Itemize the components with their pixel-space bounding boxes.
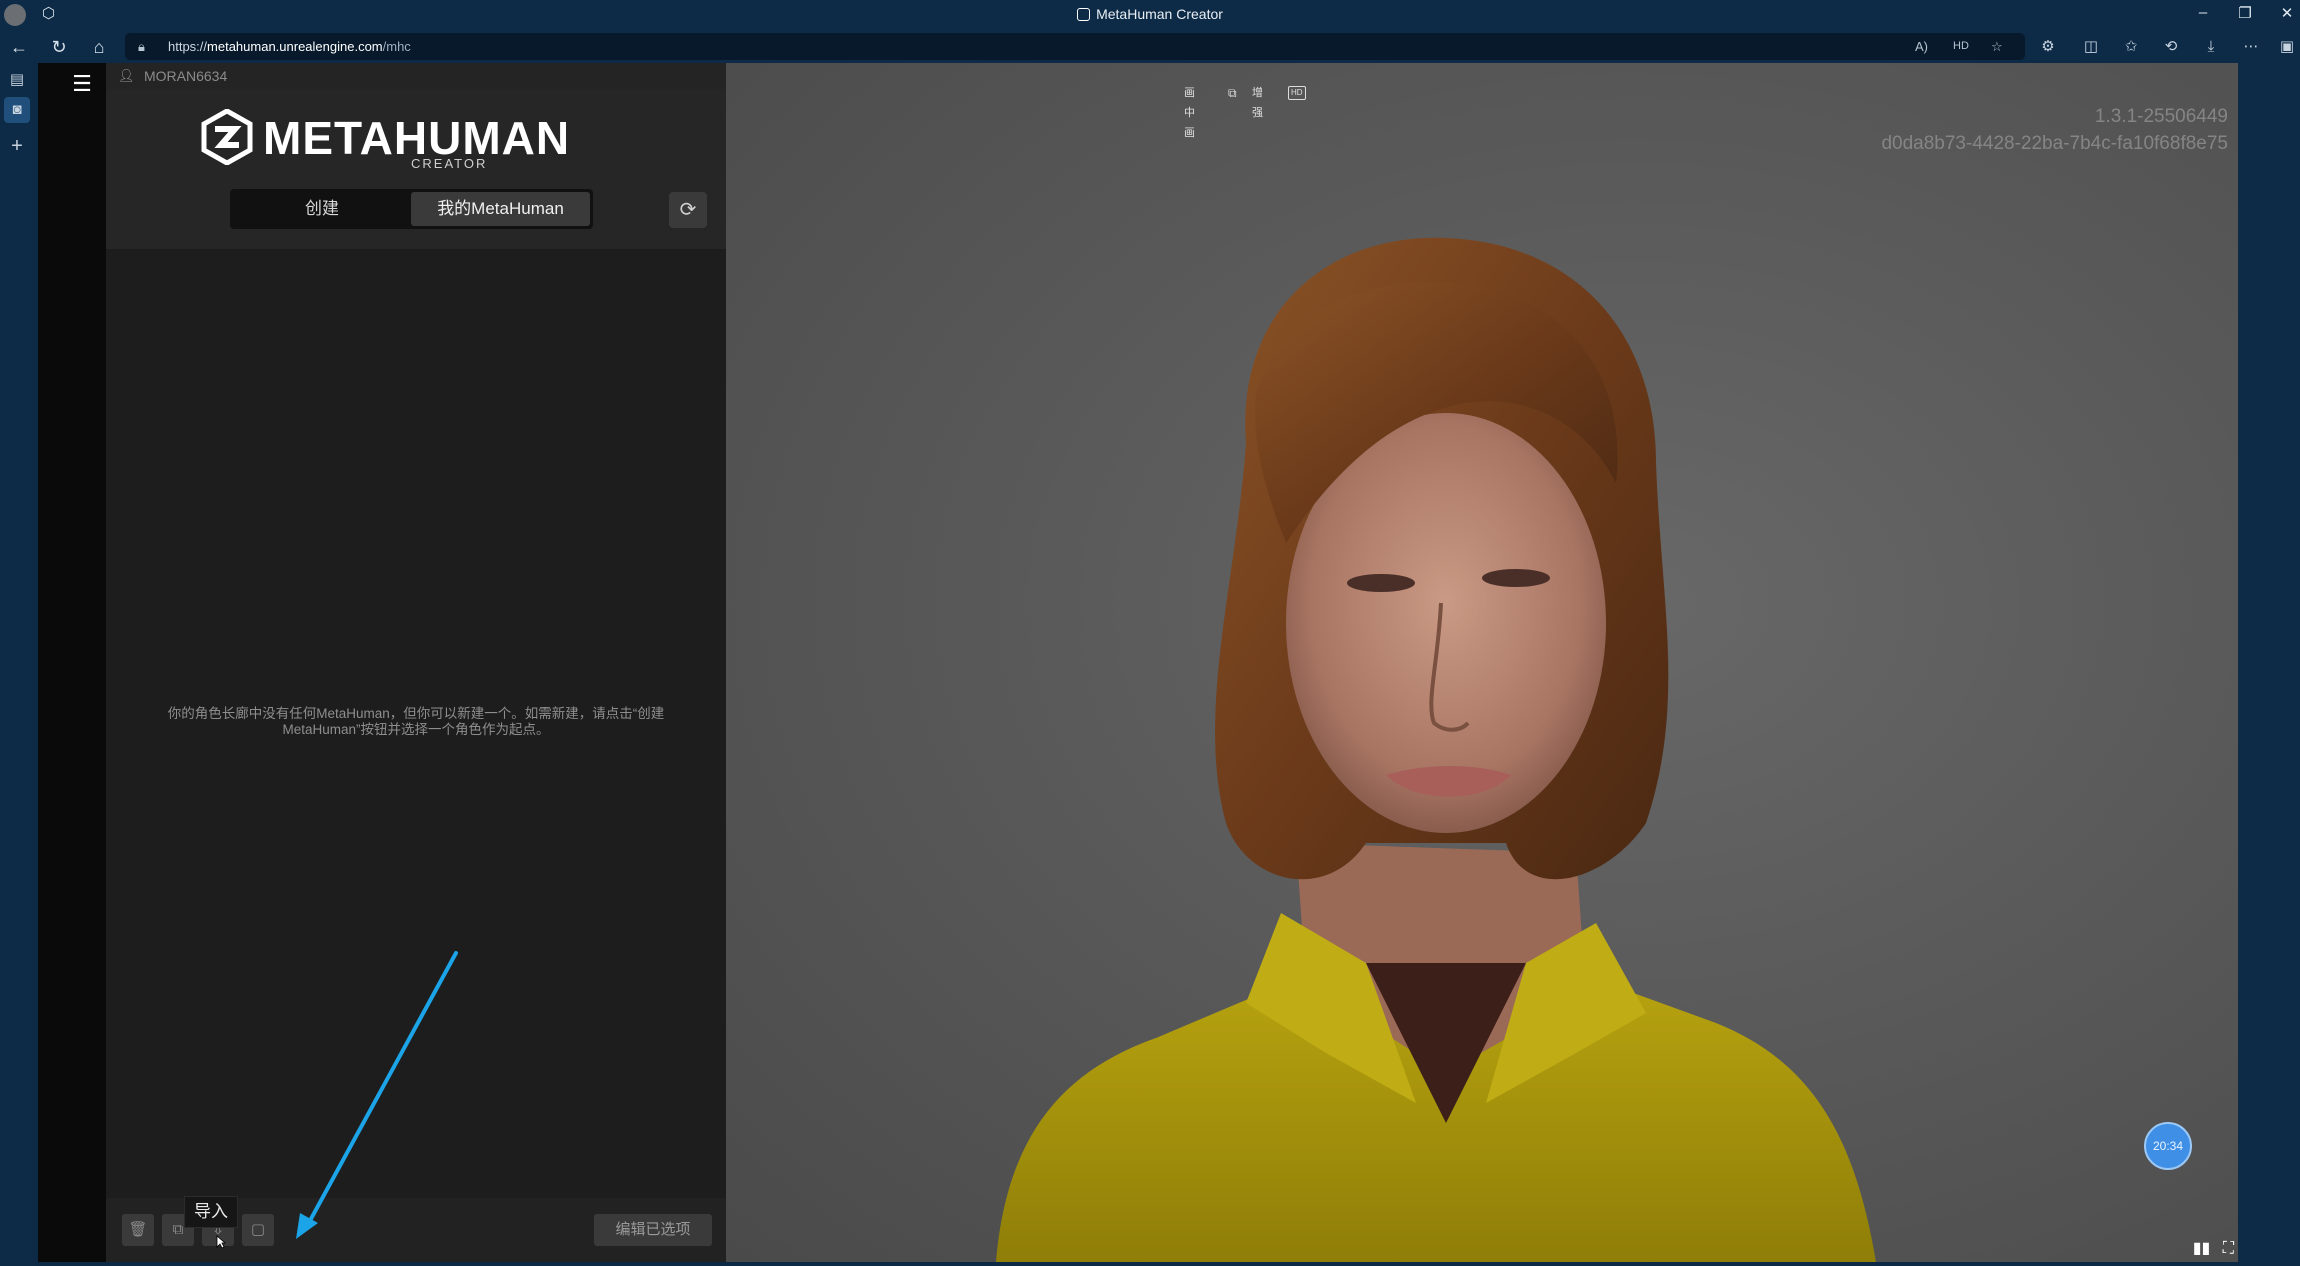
user-icon: 👤︎	[118, 68, 135, 83]
hd-icon[interactable]: HD	[1953, 33, 1969, 60]
character-viewport[interactable]: 画中画 ⧉ 增强 HD 1.3.1-25506449 d0da8b73-4428…	[726, 63, 2238, 1262]
back-button[interactable]: ←	[6, 35, 32, 59]
stats-icon[interactable]: ▮▮	[2193, 1240, 2211, 1257]
import-tooltip: 导入	[184, 1196, 238, 1228]
annotation-arrow	[296, 951, 458, 1239]
logo-subtitle: CREATOR	[411, 156, 488, 171]
extensions-icon[interactable]: ⚙	[2035, 35, 2061, 59]
window-title: MetaHuman Creator	[0, 6, 2300, 22]
close-button[interactable]: ✕	[2272, 4, 2300, 26]
browser-right-edge	[2238, 63, 2300, 1262]
delete-icon[interactable]: 🗑︎	[122, 1214, 154, 1246]
refresh-icon[interactable]: ↻	[46, 35, 72, 59]
metahuman-character	[996, 237, 1876, 1262]
tab-create[interactable]: 创建	[233, 192, 411, 226]
time-badge[interactable]: 20:34	[2144, 1122, 2192, 1170]
tab-actions-icon[interactable]: ▤	[4, 67, 30, 93]
restore-button[interactable]: ❐	[2230, 4, 2260, 26]
metahuman-tab-icon	[1077, 8, 1091, 21]
address-bar[interactable]: 🔒︎ https://metahuman.unrealengine.com/mh…	[125, 33, 2025, 60]
url-prefix: https://	[168, 39, 208, 54]
browser-tab-sidebar: ▤ ◙ +	[0, 63, 34, 1266]
panel-tabs: 创建 我的MetaHuman	[230, 189, 593, 229]
export-icon[interactable]: ▢	[242, 1214, 274, 1246]
downloads-icon[interactable]: ⤓	[2198, 35, 2224, 59]
refresh-library-icon[interactable]: ⟳	[669, 192, 707, 228]
url-host: metahuman.unrealengine.com	[207, 39, 383, 54]
address-bar-row: ← ↻ ⌂ 🔒︎ https://metahuman.unrealengine.…	[0, 30, 2300, 63]
viewport-corner-controls: ▮▮ ⛶	[2193, 1238, 2234, 1258]
browser-title-bar: ⬡ MetaHuman Creator – ❐ ✕	[0, 0, 2300, 30]
metahuman-logo: METAHUMAN CREATOR	[201, 109, 651, 171]
metahuman-logo-mark-icon	[201, 109, 253, 165]
more-menu-icon[interactable]: ⋯	[2238, 35, 2264, 59]
empty-library-message: 你的角色长廊中没有任何MetaHuman，但你可以新建一个。如需新建，请点击“创…	[167, 706, 665, 737]
read-aloud-icon[interactable]: A)	[1915, 33, 1928, 60]
url-path: /mhc	[382, 39, 411, 54]
metahuman-tab[interactable]: ◙	[4, 97, 30, 123]
minimize-button[interactable]: –	[2188, 4, 2218, 26]
app-rail: ☰	[38, 63, 106, 1262]
new-tab-icon[interactable]: +	[4, 133, 30, 159]
metahuman-app: ☰ 👤︎ MORAN6634 METAHUMAN CREATOR 创建 我的Me…	[38, 63, 2238, 1262]
lock-icon: 🔒︎	[138, 39, 145, 54]
history-icon[interactable]: ⟲	[2158, 35, 2184, 59]
username: MORAN6634	[144, 68, 228, 84]
panel-header: METAHUMAN CREATOR 创建 我的MetaHuman ⟳	[106, 89, 726, 249]
hamburger-menu-icon[interactable]: ☰	[70, 73, 94, 95]
tab-my-metahuman[interactable]: 我的MetaHuman	[411, 192, 590, 226]
mouse-cursor-icon	[216, 1235, 226, 1249]
sidebar-toggle-icon[interactable]: ▣	[2274, 35, 2300, 59]
fullscreen-icon[interactable]: ⛶	[2223, 1240, 2234, 1257]
home-icon[interactable]: ⌂	[86, 35, 112, 59]
user-row: 👤︎ MORAN6634	[106, 63, 726, 89]
favorite-star-icon[interactable]: ☆	[1991, 33, 2003, 60]
edit-selected-button[interactable]: 编辑已选项	[594, 1214, 712, 1246]
split-screen-icon[interactable]: ◫	[2078, 35, 2104, 59]
favorites-icon[interactable]: ✩	[2118, 35, 2144, 59]
